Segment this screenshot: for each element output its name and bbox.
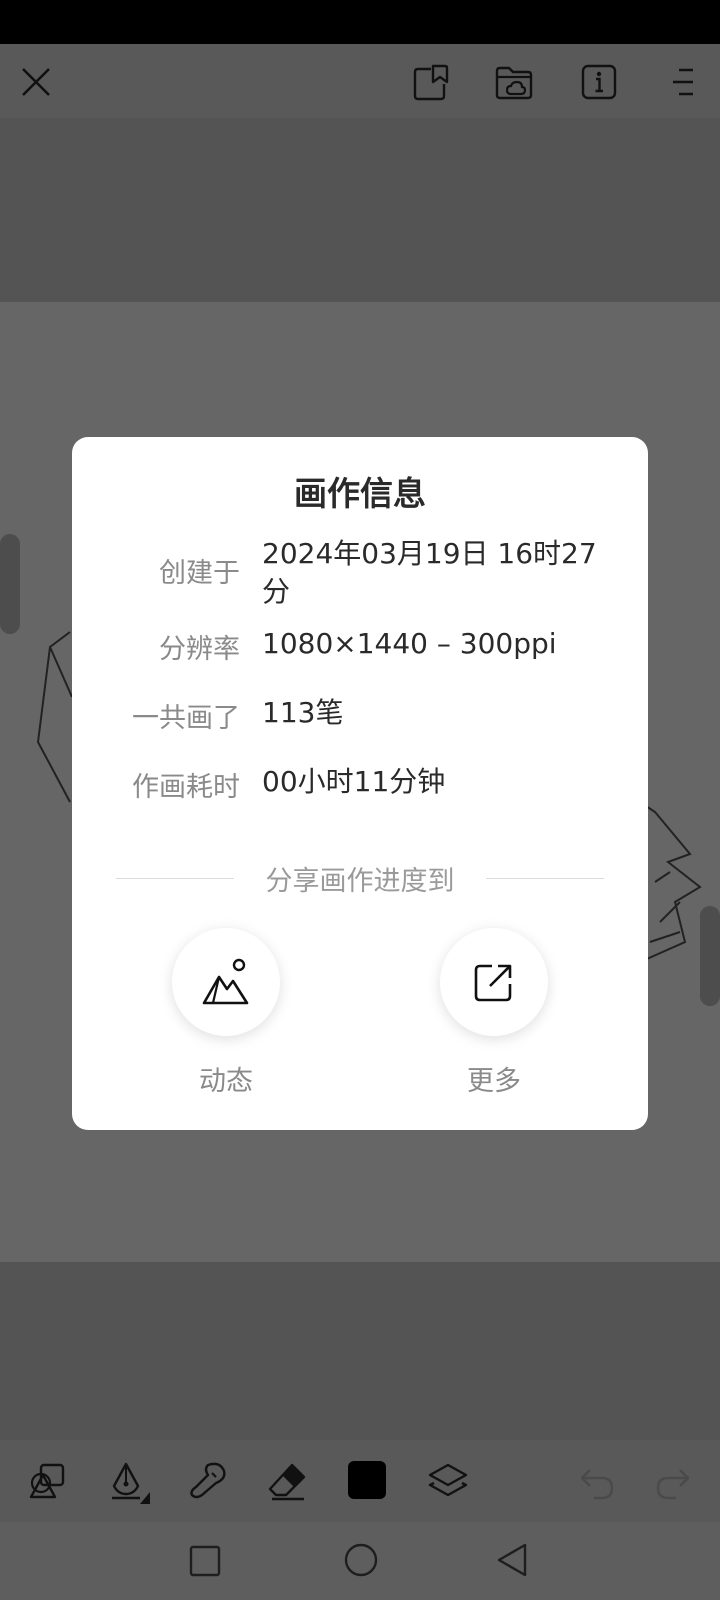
undo-icon[interactable] <box>578 1462 618 1502</box>
share-more-button[interactable] <box>440 928 548 1036</box>
share-external-icon <box>474 964 512 1002</box>
bottom-toolbar <box>0 1440 720 1522</box>
workspace-background-bottom <box>0 1262 720 1440</box>
landscape-icon <box>202 958 249 1005</box>
workspace-background <box>0 118 720 302</box>
duration-value: 00小时11分钟 <box>262 765 446 798</box>
dialog-title: 画作信息 <box>294 474 426 513</box>
gallery-icon[interactable] <box>410 61 452 103</box>
eraser-icon[interactable] <box>266 1458 310 1504</box>
recents-square-icon[interactable] <box>186 1542 224 1580</box>
resolution-value: 1080×1440 – 300ppi <box>262 627 557 660</box>
system-nav-bar <box>0 1522 720 1600</box>
share-more-label: 更多 <box>467 1066 521 1097</box>
redo-icon[interactable] <box>652 1462 692 1502</box>
status-bar <box>0 0 720 44</box>
pen-icon[interactable] <box>106 1460 154 1504</box>
right-slider-handle[interactable] <box>700 906 720 1006</box>
share-moments-button[interactable] <box>172 928 280 1036</box>
home-circle-icon[interactable] <box>341 1540 381 1580</box>
shapes-icon[interactable] <box>26 1460 68 1502</box>
layers-icon[interactable] <box>426 1460 470 1502</box>
divider-right <box>486 878 604 879</box>
stroke-count-value: 113笔 <box>262 696 344 729</box>
created-value: 2024年03月19日 16时27分 <box>262 537 597 608</box>
color-swatch[interactable] <box>348 1461 386 1499</box>
back-triangle-icon[interactable] <box>494 1540 532 1580</box>
smudge-icon[interactable] <box>186 1458 230 1504</box>
share-moments-label: 动态 <box>199 1066 253 1097</box>
created-label: 创建于 <box>159 558 240 589</box>
info-icon[interactable] <box>578 61 620 103</box>
resolution-label: 分辨率 <box>159 634 240 665</box>
artwork-info-dialog: 画作信息 创建于 2024年03月19日 16时27分 分辨率 1080×144… <box>72 437 648 1130</box>
top-toolbar <box>0 44 720 118</box>
duration-label: 作画耗时 <box>132 772 240 803</box>
folder-cloud-icon[interactable] <box>493 61 535 103</box>
close-icon[interactable] <box>16 62 56 102</box>
stroke-count-label: 一共画了 <box>132 703 240 734</box>
menu-icon[interactable] <box>664 64 700 100</box>
left-slider-handle[interactable] <box>0 534 20 634</box>
